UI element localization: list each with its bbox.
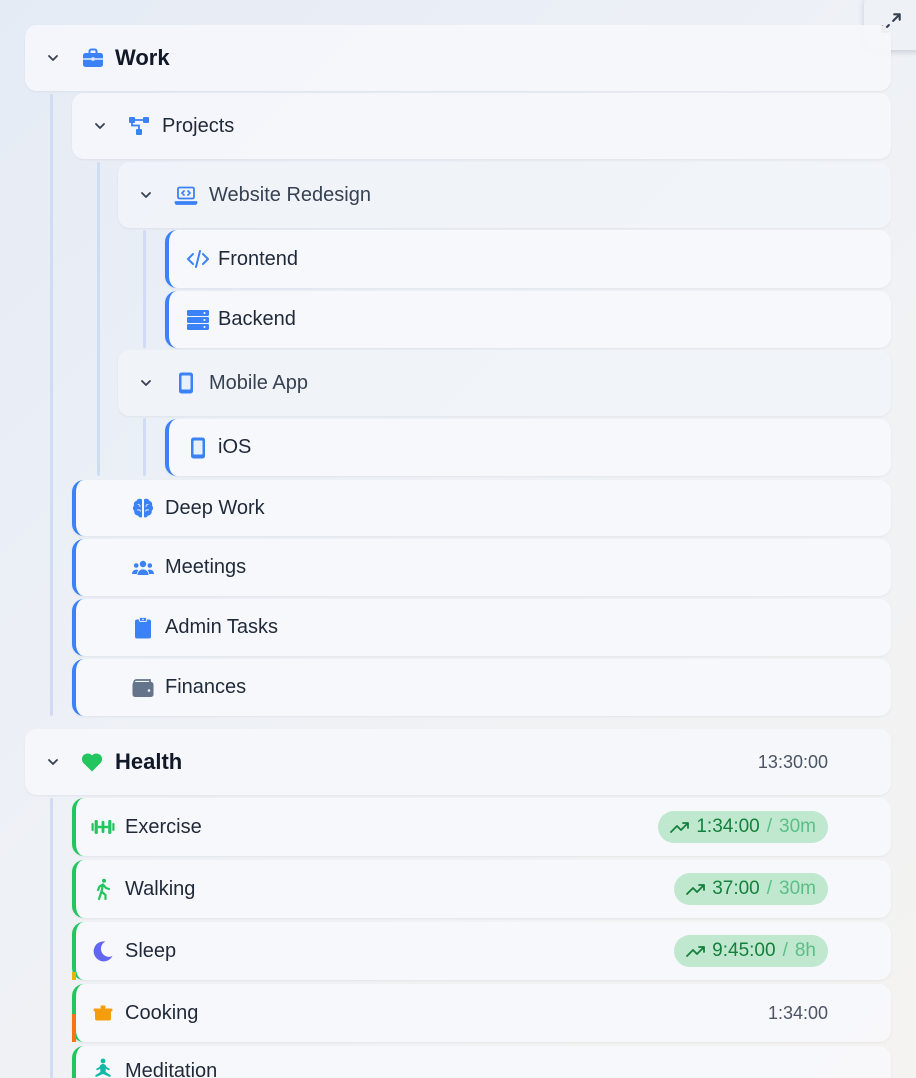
mobile-icon	[185, 435, 211, 461]
moon-icon	[90, 938, 116, 964]
activity-label: iOS	[218, 436, 252, 458]
laptop-code-icon	[173, 182, 199, 208]
wallet-icon	[130, 675, 156, 701]
group-projects[interactable]: Projects	[72, 93, 891, 159]
tree-line-work	[50, 94, 53, 716]
activity-label: Frontend	[218, 247, 299, 270]
activity-label: Exercise	[125, 815, 202, 838]
chevron-down-icon[interactable]	[139, 188, 153, 202]
category-health[interactable]: Health 13:30:00	[25, 729, 891, 795]
time-value: 9:45:00	[712, 940, 776, 961]
activity-label: Meetings	[165, 556, 247, 578]
goal-value: 8h	[794, 940, 816, 961]
tree-line-projects	[97, 162, 100, 476]
time-progress-badge: 1:34:00 / 30m	[658, 811, 828, 843]
activity-frontend[interactable]: Frontend	[165, 230, 891, 288]
pot-icon	[90, 1000, 116, 1026]
activity-admin-tasks[interactable]: Admin Tasks	[72, 599, 891, 656]
trending-up-icon	[670, 822, 690, 833]
chevron-down-icon[interactable]	[46, 755, 60, 769]
hierarchy-icon	[126, 113, 152, 139]
category-work[interactable]: Work	[25, 25, 891, 91]
activity-sleep[interactable]: Sleep 9:45:00 / 8h	[72, 922, 891, 980]
time-progress-badge: 9:45:00 / 8h	[674, 935, 828, 967]
server-icon	[185, 307, 211, 333]
time-tracker-tree: Work Projects Website Redesign Frontend	[0, 0, 916, 1078]
separator: /	[766, 878, 773, 899]
activity-label: Sleep	[125, 939, 177, 962]
category-label: Work	[115, 45, 170, 70]
activity-finances[interactable]: Finances	[72, 659, 891, 716]
activity-ios[interactable]: iOS	[165, 419, 891, 476]
category-total-time: 13:30:00	[757, 751, 828, 772]
activity-deep-work[interactable]: Deep Work	[72, 480, 891, 536]
meditation-icon	[90, 1056, 116, 1078]
activity-label: Backend	[218, 308, 296, 330]
heart-icon	[79, 749, 105, 775]
brain-icon	[130, 495, 156, 521]
dumbbell-icon	[90, 814, 116, 840]
activity-backend[interactable]: Backend	[165, 291, 891, 348]
code-icon	[185, 246, 211, 272]
group-website-redesign[interactable]: Website Redesign	[118, 162, 891, 228]
activity-label: Deep Work	[165, 496, 265, 519]
separator: /	[766, 816, 773, 837]
activity-label: Walking	[125, 877, 196, 900]
time-progress-badge: 37:00 / 30m	[674, 873, 828, 905]
activity-label: Cooking	[125, 1001, 199, 1024]
activity-cooking[interactable]: Cooking 1:34:00	[72, 984, 891, 1042]
briefcase-icon	[80, 45, 106, 71]
category-label: Health	[115, 749, 183, 774]
tree-line-website	[143, 230, 146, 348]
separator: /	[782, 940, 788, 961]
activity-time: 1:34:00	[767, 1002, 828, 1023]
tree-line-health	[50, 798, 53, 1078]
group-mobile-app[interactable]: Mobile App	[118, 350, 891, 416]
activity-exercise[interactable]: Exercise 1:34:00 / 30m	[72, 798, 891, 856]
color-accent-strip	[72, 972, 76, 980]
group-label: Website Redesign	[209, 183, 371, 206]
time-value: 1:34:00	[696, 816, 760, 837]
activity-meditation[interactable]: Meditation	[72, 1046, 891, 1078]
chevron-down-icon[interactable]	[46, 51, 60, 65]
group-label: Projects	[162, 114, 235, 137]
activity-label: Meditation	[125, 1060, 218, 1078]
tree-line-mobile	[143, 418, 146, 476]
activity-walking[interactable]: Walking 37:00 / 30m	[72, 860, 891, 918]
goal-value: 30m	[779, 878, 816, 899]
mobile-icon	[173, 370, 199, 396]
group-label: Mobile App	[209, 371, 308, 394]
activity-label: Finances	[165, 676, 247, 698]
goal-value: 30m	[779, 816, 816, 837]
activity-meetings[interactable]: Meetings	[72, 539, 891, 596]
chevron-down-icon[interactable]	[93, 119, 107, 133]
users-icon	[130, 555, 156, 581]
trending-up-icon	[686, 884, 706, 895]
clipboard-icon	[130, 615, 156, 641]
chevron-down-icon[interactable]	[139, 376, 153, 390]
walking-icon	[90, 876, 116, 902]
activity-label: Admin Tasks	[165, 616, 279, 638]
time-value: 37:00	[712, 878, 760, 899]
trending-up-icon	[686, 946, 706, 957]
color-accent-strip	[72, 1014, 76, 1042]
